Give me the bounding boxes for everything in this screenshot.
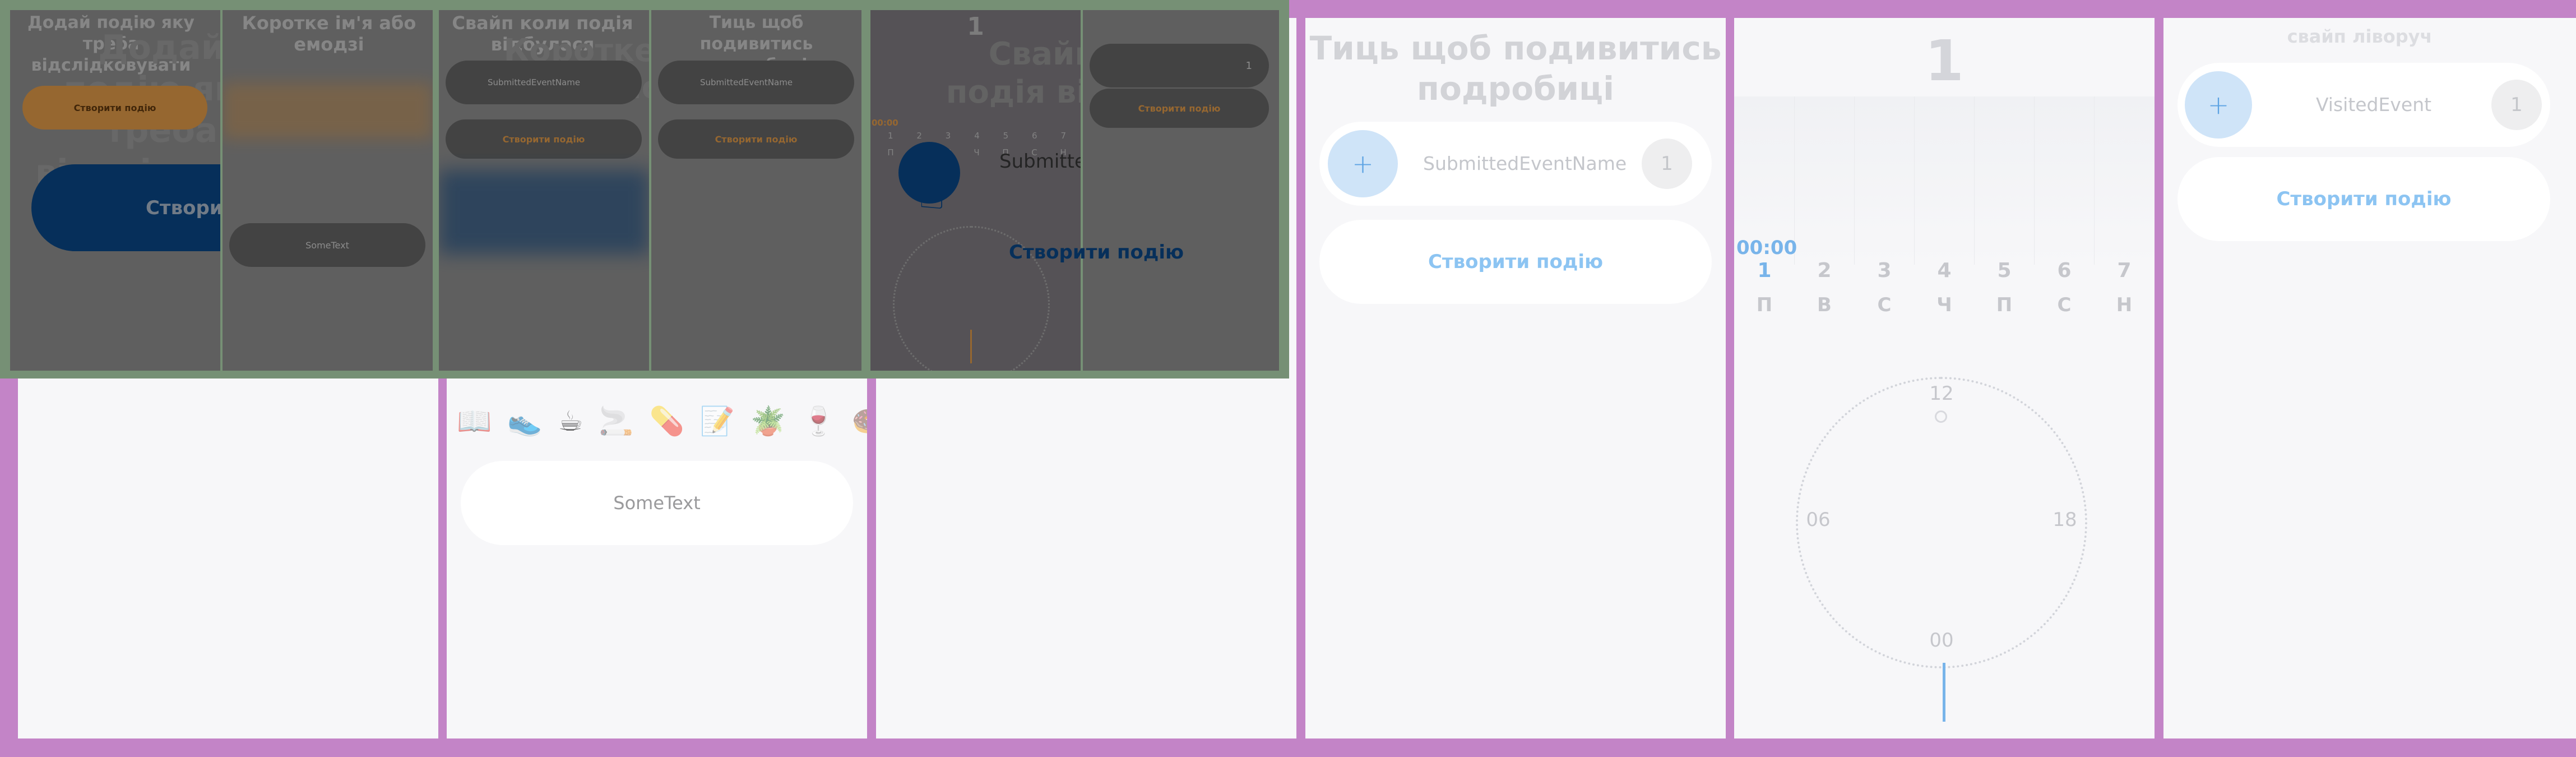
- sometext-field[interactable]: SomeText: [461, 461, 853, 545]
- notepad-icon[interactable]: 📝: [700, 405, 735, 438]
- week-number-1[interactable]: 1: [1753, 259, 1776, 282]
- screen-4: Тиць щоб подивитись подробиці + Submitte…: [1305, 18, 1726, 738]
- coffee-icon[interactable]: ☕: [558, 405, 583, 438]
- day-number: 1: [1925, 28, 1964, 94]
- week-day-1: П: [1756, 294, 1773, 316]
- clock-label-06: 06: [1806, 509, 1831, 531]
- book-icon[interactable]: 📖: [457, 405, 492, 438]
- week-number-6[interactable]: 6: [2053, 259, 2075, 282]
- plus-icon[interactable]: +: [1328, 130, 1398, 197]
- screen-5: 1 00:00 1 2 3 4 5 6 7 П В С Ч П С Н 12 0…: [1734, 18, 2155, 738]
- event-count: 1: [2491, 80, 2542, 130]
- event-row[interactable]: + SubmittedEventName 1: [1319, 122, 1712, 206]
- week-number-3[interactable]: 3: [1873, 259, 1896, 282]
- wine-icon[interactable]: 🍷: [801, 405, 836, 438]
- clock-label-00: 00: [1929, 629, 1954, 652]
- event-row[interactable]: + VisitedEvent 1: [2177, 63, 2550, 147]
- event-name: VisitedEvent: [2315, 94, 2432, 116]
- plant-icon[interactable]: 🪴: [750, 405, 785, 438]
- donut-icon[interactable]: 🍩: [852, 405, 867, 438]
- week-number-7[interactable]: 7: [2113, 259, 2135, 282]
- calendar-grid[interactable]: [1734, 96, 2155, 265]
- time-label: 00:00: [1736, 237, 1797, 259]
- emoji-row[interactable]: 📖 👟 ☕ 🚬 💊 📝 🪴 🍷 🍩: [457, 405, 867, 438]
- clock-label-18: 18: [2053, 509, 2077, 531]
- week-number-2[interactable]: 2: [1813, 259, 1836, 282]
- clock-label-12: 12: [1929, 382, 1954, 405]
- pill-icon[interactable]: 💊: [650, 405, 684, 438]
- week-day-4: Ч: [1936, 294, 1952, 316]
- event-name: SubmittedEventName: [1423, 153, 1627, 174]
- week-day-5: П: [1996, 294, 2013, 316]
- week-number-5[interactable]: 5: [1993, 259, 2016, 282]
- week-day-2: В: [1817, 294, 1832, 316]
- create-event-button[interactable]: Створити подію: [1319, 220, 1712, 304]
- event-count: 1: [1642, 139, 1692, 189]
- screen-6: свайп ліворуч + VisitedEvent 1 Створити …: [2163, 18, 2576, 738]
- screen-title: Тиць щоб подивитись подробиці: [1309, 29, 1722, 108]
- clock-hand[interactable]: [1943, 663, 1945, 722]
- week-day-3: С: [1877, 294, 1892, 316]
- cigarette-icon[interactable]: 🚬: [599, 405, 633, 438]
- week-number-4[interactable]: 4: [1933, 259, 1956, 282]
- week-day-6: С: [2057, 294, 2072, 316]
- create-event-button[interactable]: Створити подію: [2177, 157, 2550, 241]
- clock-marker-icon: [1935, 410, 1947, 423]
- week-day-7: Н: [2116, 294, 2133, 316]
- overlay-dim: [0, 0, 1289, 378]
- plus-icon[interactable]: +: [2185, 71, 2252, 139]
- swipe-hint: свайп ліворуч: [2287, 26, 2433, 47]
- shoe-icon[interactable]: 👟: [507, 405, 542, 438]
